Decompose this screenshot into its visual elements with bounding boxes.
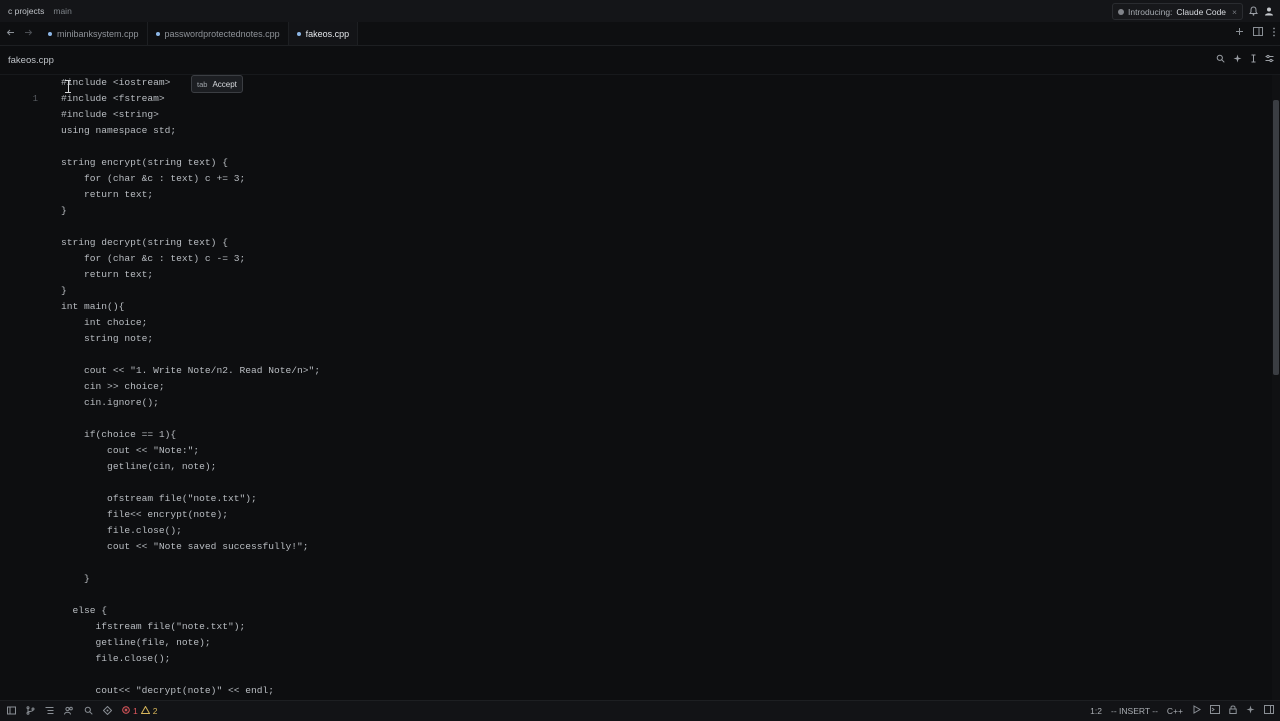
new-tab-plus-icon[interactable] <box>1235 27 1244 39</box>
code-text: getline(file, note); <box>61 637 211 648</box>
warning-icon <box>140 705 151 716</box>
project-panel-icon[interactable] <box>7 706 16 717</box>
promo-close-icon[interactable]: × <box>1232 7 1237 17</box>
code-text: file.close(); <box>61 525 182 536</box>
code-text: string note; <box>61 333 154 344</box>
text-cursor-icon[interactable] <box>1250 54 1257 65</box>
accept-label: Accept <box>212 79 237 89</box>
error-count: 1 <box>133 706 138 716</box>
code-text: return text; <box>61 269 154 280</box>
status-bar: 1 2 1:2 -- INSERT -- C++ <box>0 700 1280 721</box>
diagnostics-indicator[interactable]: 1 2 <box>122 705 158 716</box>
code-text: cin >> choice; <box>61 381 165 392</box>
code-text: ofstream file("note.txt"); <box>61 493 257 504</box>
code-text: getline(cin, note); <box>61 461 217 472</box>
settings-sliders-icon[interactable] <box>1265 54 1274 65</box>
right-panel-icon[interactable] <box>1264 705 1274 716</box>
debug-icon[interactable] <box>102 705 113 717</box>
tab-bar: minibanksystem.cpp passwordprotectednote… <box>0 22 1280 46</box>
promo-dot-icon <box>1117 8 1124 15</box>
language-selector[interactable]: C++ <box>1167 706 1183 716</box>
code-text: file<< encrypt(note); <box>61 509 228 520</box>
code-text: file.close(); <box>61 653 171 664</box>
breadcrumb-file[interactable]: fakeos.cpp <box>8 55 54 66</box>
tab-passwordprotectednotes[interactable]: passwordprotectednotes.cpp <box>148 22 289 45</box>
cursor-position[interactable]: 1:2 <box>1090 706 1102 716</box>
file-dot-icon <box>296 31 301 36</box>
code-text: if(choice == 1){ <box>61 429 177 440</box>
mouse-text-cursor-icon <box>65 80 71 93</box>
code-text: cout << "Note saved successfully!"; <box>61 541 309 552</box>
code-editor[interactable]: 1 #include <iostream> #include <fstream> #… <box>0 75 1280 700</box>
tab-label: minibanksystem.cpp <box>57 28 139 39</box>
code-text: #include <iostream> <box>61 77 171 88</box>
code-text: } <box>61 285 67 296</box>
code-text: cout<< "decrypt(note)" << endl; <box>61 685 275 696</box>
code-text: string encrypt(string text) { <box>61 157 228 168</box>
vim-mode: -- INSERT -- <box>1111 705 1158 716</box>
file-dot-icon <box>48 31 52 36</box>
file-dot-icon <box>155 31 160 36</box>
git-branch-icon[interactable] <box>26 705 35 717</box>
sparkle-assistant-icon[interactable] <box>1246 705 1255 716</box>
back-arrow-icon[interactable] <box>6 28 18 39</box>
code-text: else { <box>61 605 108 616</box>
collaborators-icon[interactable] <box>64 706 74 717</box>
code-text: #include <string> <box>61 109 159 120</box>
search-icon[interactable] <box>1216 54 1225 65</box>
code-text: cin.ignore(); <box>61 397 159 408</box>
error-icon <box>122 706 130 716</box>
code-text: cout << "Note:"; <box>61 445 200 456</box>
code-text: using namespace std; <box>61 125 177 136</box>
code-text: for (char &c : text) c += 3; <box>61 173 246 184</box>
tab-label: passwordprotectednotes.cpp <box>164 28 280 39</box>
code-text: int main(){ <box>61 301 125 312</box>
code-text: #include <fstream> <box>61 93 165 104</box>
terminal-icon[interactable] <box>1210 705 1220 716</box>
code-text: int choice; <box>61 317 148 328</box>
claude-code-promo-button[interactable]: Introducing: Claude Code × <box>1111 3 1243 20</box>
code-text: return text; <box>61 189 154 200</box>
promo-name: Claude Code <box>1176 6 1227 17</box>
title-bar: c projects main Introducing: Claude Code… <box>0 0 1280 22</box>
code-text: } <box>61 573 90 584</box>
split-pane-icon[interactable] <box>1253 27 1263 39</box>
inline-completion-accept-hint[interactable]: tab Accept <box>191 75 243 93</box>
tab-label: fakeos.cpp <box>305 28 350 39</box>
warning-count: 2 <box>152 706 158 716</box>
sparkle-assistant-icon[interactable] <box>1233 54 1242 65</box>
promo-prefix: Introducing: <box>1127 6 1173 17</box>
user-avatar-icon[interactable] <box>1264 6 1274 18</box>
code-text: string decrypt(string text) { <box>61 237 228 248</box>
play-run-icon[interactable] <box>1192 705 1201 716</box>
breadcrumb: fakeos.cpp <box>0 46 1280 75</box>
outline-list-icon[interactable] <box>45 706 54 717</box>
code-text: for (char &c : text) c -= 3; <box>61 253 246 264</box>
tab-fakeos[interactable]: fakeos.cpp <box>288 22 359 45</box>
scrollbar-thumb[interactable] <box>1273 100 1279 375</box>
code-text: ifstream file("note.txt"); <box>61 621 246 632</box>
search-icon[interactable] <box>84 706 93 717</box>
code-text: cout << "1. Write Note/n2. Read Note/n>"… <box>61 365 321 376</box>
forward-arrow-icon[interactable] <box>24 28 36 39</box>
branch-name[interactable]: main <box>53 6 71 16</box>
accept-key-label: tab <box>197 79 208 89</box>
more-options-icon[interactable] <box>1272 27 1276 39</box>
tab-minibanksystem[interactable]: minibanksystem.cpp <box>40 22 148 45</box>
project-name[interactable]: c projects <box>8 6 44 16</box>
code-text: } <box>61 205 67 216</box>
bell-icon[interactable] <box>1249 5 1258 18</box>
lock-icon[interactable] <box>1229 705 1237 716</box>
line-number: 1 <box>32 94 38 104</box>
